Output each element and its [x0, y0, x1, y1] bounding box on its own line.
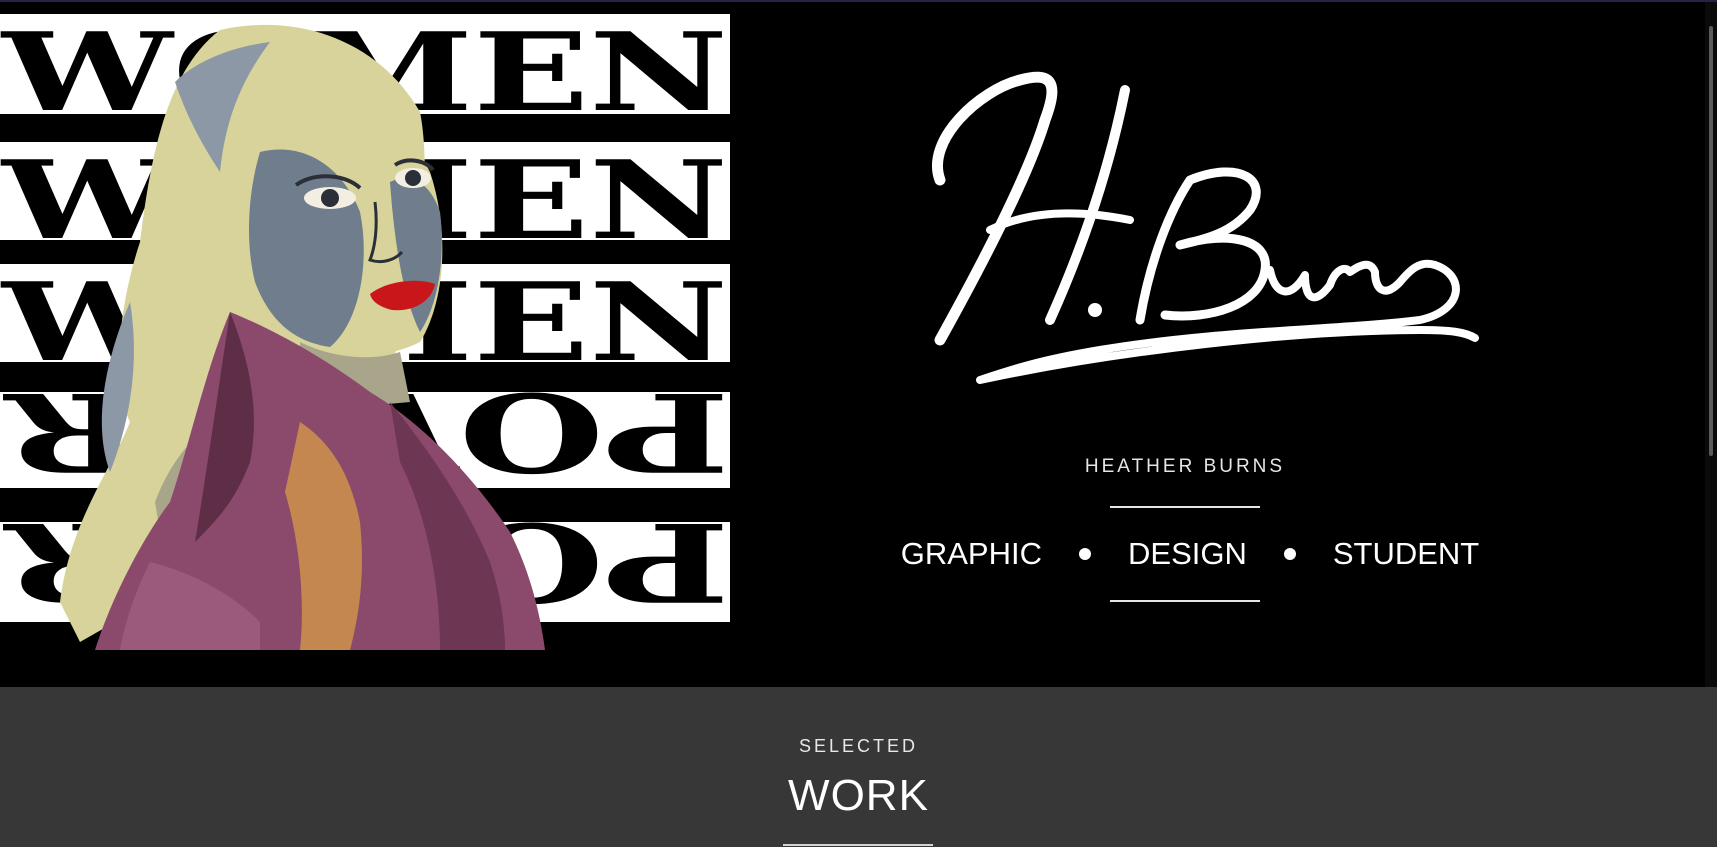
bullet-dot-icon: [1283, 548, 1296, 560]
bullet-dot-icon: [1079, 548, 1091, 560]
tagline-word-graphic: GRAPHIC: [900, 536, 1042, 571]
tagline: GRAPHIC DESIGN STUDENT: [860, 532, 1520, 576]
section-kicker: SELECTED: [798, 736, 919, 756]
signature-graphic: [932, 71, 1479, 384]
scrollbar[interactable]: [1705, 2, 1717, 687]
tagline-word-student: STUDENT: [1332, 536, 1480, 571]
tagline-word-design: DESIGN: [1128, 536, 1247, 571]
hero-section: WOMEN WOMEN WOMEN POWER POWER: [0, 2, 1717, 687]
poster-artwork: WOMEN WOMEN WOMEN POWER POWER: [0, 2, 730, 650]
designer-name: HEATHER BURNS: [1084, 456, 1286, 477]
divider-top: [1110, 506, 1260, 508]
section-title: WORK: [788, 771, 929, 820]
divider-bottom: [1110, 600, 1260, 602]
scrollbar-thumb[interactable]: [1709, 26, 1713, 456]
section-divider: [783, 844, 933, 846]
selected-work-section: SELECTED WORK: [0, 687, 1717, 847]
signature-logo: [920, 60, 1480, 410]
